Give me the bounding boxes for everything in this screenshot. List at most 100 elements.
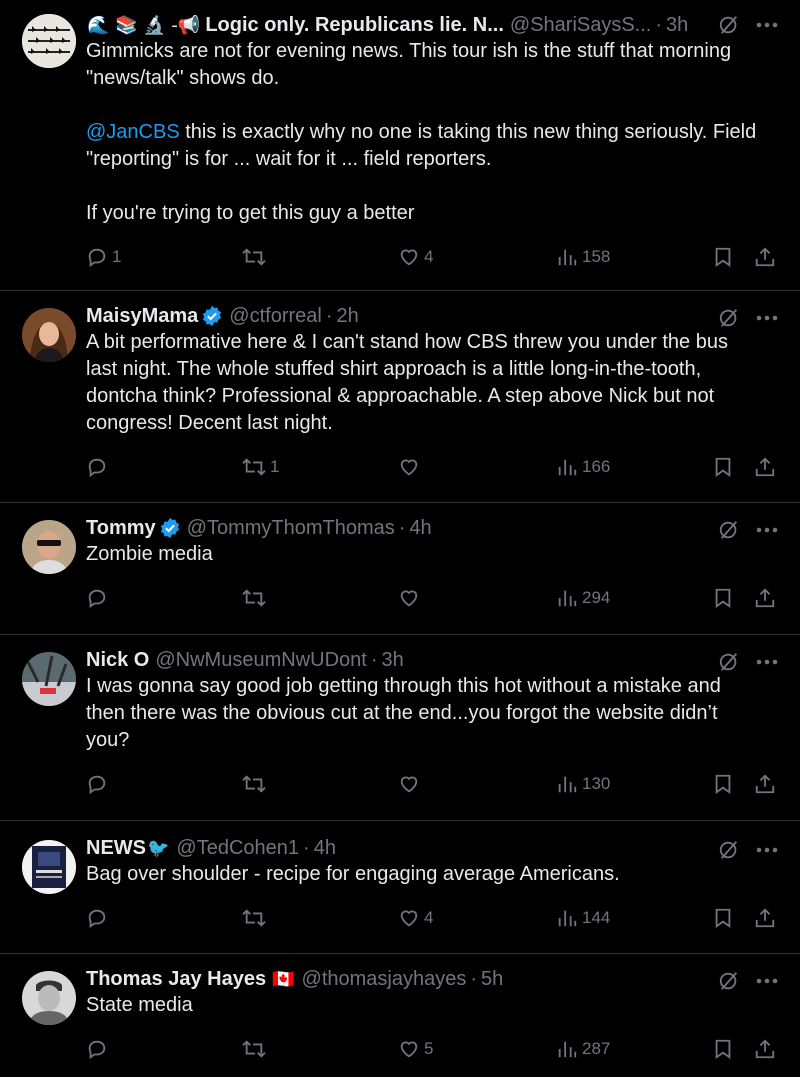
avatar[interactable] [22, 308, 76, 362]
timestamp[interactable]: 2h [337, 305, 359, 328]
more-icon[interactable] [756, 315, 778, 321]
view-count: 294 [582, 588, 611, 607]
display-name[interactable]: MaisyMama [86, 305, 198, 328]
display-name[interactable]: NEWS [86, 837, 146, 860]
tweet[interactable]: NEWS 🐦 @TedCohen1 · 4h Bag over shoulder… [0, 821, 800, 954]
reply-button[interactable] [86, 1037, 112, 1061]
avatar[interactable] [22, 14, 76, 68]
timestamp[interactable]: 5h [481, 968, 503, 991]
avatar[interactable] [22, 520, 76, 574]
share-icon [755, 908, 775, 928]
grok-icon[interactable] [718, 839, 740, 861]
views-button[interactable]: 130 [556, 772, 610, 796]
handle[interactable]: @ShariSaysS... [510, 14, 651, 37]
timestamp[interactable]: 3h [666, 14, 688, 37]
verified-badge-icon [160, 517, 179, 539]
tweet-text: Zombie media [86, 543, 213, 565]
share-button[interactable] [754, 245, 776, 269]
share-icon [755, 457, 775, 477]
like-icon [400, 459, 418, 476]
share-button[interactable] [754, 1037, 776, 1061]
display-name[interactable]: Logic only. Republicans lie. N... [205, 14, 504, 37]
bookmark-icon [715, 908, 731, 929]
like-button[interactable]: 4 [398, 906, 433, 930]
reply-button[interactable] [86, 455, 112, 479]
bookmark-button[interactable] [712, 1037, 734, 1061]
more-icon[interactable] [756, 527, 778, 533]
tweet[interactable]: Nick O @NwMuseumNwUDont · 3h I was gonna… [0, 635, 800, 821]
views-button[interactable]: 158 [556, 245, 610, 269]
retweet-button[interactable]: 1 [242, 455, 279, 479]
timestamp[interactable]: 4h [314, 837, 336, 860]
views-icon [558, 249, 577, 266]
tweet-header: 🌊 📚 🔬 -📢 Logic only. Republicans lie. N.… [86, 12, 778, 38]
bookmark-button[interactable] [712, 245, 734, 269]
retweet-button[interactable] [242, 906, 270, 930]
handle[interactable]: @ctforreal [229, 305, 322, 328]
bookmark-button[interactable] [712, 906, 734, 930]
like-count: 4 [424, 247, 434, 266]
more-icon[interactable] [756, 22, 778, 28]
tweet[interactable]: Thomas Jay Hayes 🇨🇦 @thomasjayhayes · 5h… [0, 954, 800, 1077]
like-button[interactable] [398, 455, 424, 479]
tweet-feed: 🌊 📚 🔬 -📢 Logic only. Republicans lie. N.… [0, 0, 800, 1077]
retweet-button[interactable] [242, 586, 270, 610]
like-button[interactable]: 4 [398, 245, 433, 269]
grok-icon[interactable] [718, 970, 740, 992]
views-button[interactable]: 294 [556, 586, 610, 610]
share-button[interactable] [754, 586, 776, 610]
more-icon[interactable] [756, 659, 778, 665]
like-button[interactable]: 5 [398, 1037, 433, 1061]
tweet[interactable]: MaisyMama @ctforreal · 2h A bit performa… [0, 291, 800, 503]
like-button[interactable] [398, 772, 424, 796]
avatar[interactable] [22, 652, 76, 706]
share-button[interactable] [754, 455, 776, 479]
like-button[interactable] [398, 586, 424, 610]
reply-button[interactable] [86, 906, 112, 930]
grok-icon[interactable] [718, 307, 740, 329]
retweet-button[interactable] [242, 772, 270, 796]
share-button[interactable] [754, 772, 776, 796]
bookmark-button[interactable] [712, 772, 734, 796]
grok-icon[interactable] [718, 14, 740, 36]
bookmark-button[interactable] [712, 455, 734, 479]
timestamp[interactable]: 3h [382, 649, 404, 672]
share-icon [755, 774, 775, 794]
display-name[interactable]: Tommy [86, 517, 156, 540]
handle[interactable]: @NwMuseumNwUDont [155, 649, 366, 672]
retweet-button[interactable] [242, 245, 270, 269]
display-name[interactable]: Thomas Jay Hayes [86, 968, 266, 991]
avatar[interactable] [22, 971, 76, 1025]
handle[interactable]: @TedCohen1 [176, 837, 299, 860]
views-button[interactable]: 287 [556, 1037, 610, 1061]
header-icons [718, 839, 778, 861]
name-emoji: 🐦 [147, 837, 170, 859]
action-bar: 4 144 [86, 888, 778, 950]
separator: · [325, 304, 333, 327]
tweet[interactable]: Tommy @TommyThomThomas · 4h Zombie media… [0, 503, 800, 635]
reply-button[interactable]: 1 [86, 245, 121, 269]
tweet-text-part: Gimmicks are not for evening news. This … [86, 40, 732, 89]
grok-icon[interactable] [718, 519, 740, 541]
views-button[interactable]: 144 [556, 906, 610, 930]
grok-icon[interactable] [718, 651, 740, 673]
handle[interactable]: @TommyThomThomas [187, 517, 395, 540]
views-button[interactable]: 166 [556, 455, 610, 479]
display-name[interactable]: Nick O [86, 649, 149, 672]
reply-button[interactable] [86, 772, 112, 796]
reply-button[interactable] [86, 586, 112, 610]
more-icon[interactable] [756, 978, 778, 984]
retweet-button[interactable] [242, 1037, 270, 1061]
reply-icon [88, 775, 106, 795]
handle[interactable]: @thomasjayhayes [302, 968, 467, 991]
share-button[interactable] [754, 906, 776, 930]
more-icon[interactable] [756, 847, 778, 853]
mention-link[interactable]: @JanCBS [86, 121, 180, 143]
timestamp[interactable]: 4h [409, 517, 431, 540]
separator: · [655, 13, 663, 36]
action-bar: 294 [86, 568, 778, 630]
bookmark-button[interactable] [712, 586, 734, 610]
avatar[interactable] [22, 840, 76, 894]
tweet[interactable]: 🌊 📚 🔬 -📢 Logic only. Republicans lie. N.… [0, 0, 800, 291]
view-count: 144 [582, 908, 611, 927]
